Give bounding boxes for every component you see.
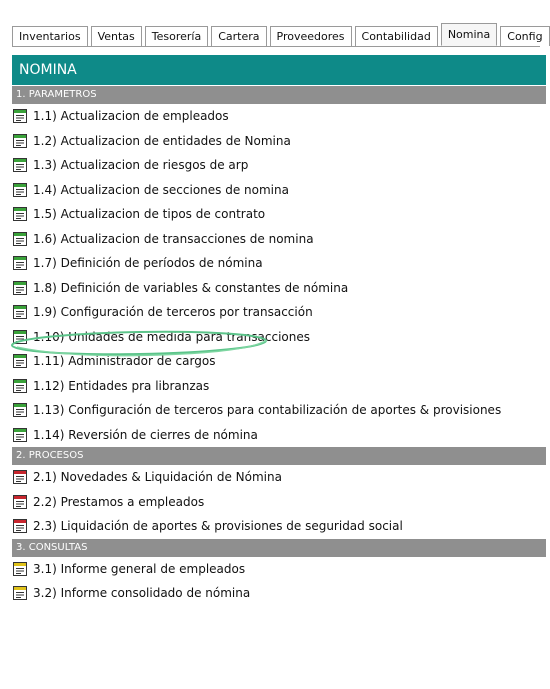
menu-item[interactable]: 2.1) Novedades & Liquidación de Nómina <box>12 465 546 490</box>
menu-item[interactable]: 1.10) Unidades de medida para transaccio… <box>12 325 546 350</box>
form-red-icon <box>13 519 27 534</box>
menu-item-label: 1.8) Definición de variables & constante… <box>33 280 349 295</box>
section-header: 2. PROCESOS <box>12 447 546 465</box>
menu-item[interactable]: 1.11) Administrador de cargos <box>12 349 546 374</box>
tab-inventarios[interactable]: Inventarios <box>12 26 88 46</box>
form-green-icon <box>13 109 27 124</box>
menu-item[interactable]: 3.1) Informe general de empleados <box>12 557 546 582</box>
section-header: 3. CONSULTAS <box>12 538 546 557</box>
tab-nomina[interactable]: Nomina <box>440 23 498 46</box>
module-tabs: Inventarios Ventas Tesorería Cartera Proveed… <box>12 23 550 47</box>
tab-proveedores[interactable]: Proveedores <box>269 26 352 46</box>
menu-item-label: 2.3) Liquidación de aportes & provisione… <box>33 519 403 534</box>
menu-item[interactable]: 1.5) Actualizacion de tipos de contrato <box>12 202 546 227</box>
menu-list: 1. PARAMETROS 1.1) Actualizacion de emple… <box>12 86 546 606</box>
tab-tesorer-a[interactable]: Tesorería <box>144 26 209 46</box>
menu-item-label: 2.1) Novedades & Liquidación de Nómina <box>33 470 282 485</box>
menu-item[interactable]: 1.2) Actualizacion de entidades de Nomin… <box>12 129 546 154</box>
form-green-icon <box>13 133 27 148</box>
page-title: NOMINA <box>12 55 546 85</box>
form-green-icon <box>13 427 27 442</box>
menu-item[interactable]: 1.6) Actualizacion de transacciones de n… <box>12 227 546 252</box>
tab-ventas[interactable]: Ventas <box>90 26 142 46</box>
menu-item[interactable]: 1.4) Actualizacion de secciones de nomin… <box>12 178 546 203</box>
menu-item[interactable]: 2.3) Liquidación de aportes & provisione… <box>12 514 546 539</box>
form-green-icon <box>13 329 27 344</box>
tab-cartera[interactable]: Cartera <box>211 26 267 46</box>
menu-item-label: 1.3) Actualizacion de riesgos de arp <box>33 158 249 173</box>
form-green-icon <box>13 403 27 418</box>
form-yellow-icon <box>13 561 27 576</box>
menu-item[interactable]: 1.9) Configuración de terceros por trans… <box>12 300 546 325</box>
form-red-icon <box>13 470 27 485</box>
menu-item[interactable]: 2.2) Prestamos a empleados <box>12 490 546 515</box>
menu-item-label: 2.2) Prestamos a empleados <box>33 494 205 509</box>
menu-item[interactable]: 1.7) Definición de períodos de nómina <box>12 251 546 276</box>
form-green-icon <box>13 231 27 246</box>
menu-item-label: 1.11) Administrador de cargos <box>33 354 216 369</box>
form-green-icon <box>13 158 27 173</box>
menu-item-label: 1.5) Actualizacion de tipos de contrato <box>33 207 266 222</box>
section-header: 1. PARAMETROS <box>12 86 546 104</box>
form-yellow-icon <box>13 586 27 601</box>
menu-item-label: 1.9) Configuración de terceros por trans… <box>33 305 313 320</box>
menu-item-label: 3.1) Informe general de empleados <box>33 561 246 576</box>
menu-item[interactable]: 1.1) Actualizacion de empleados <box>12 104 546 129</box>
menu-item-label: 1.10) Unidades de medida para transaccio… <box>33 329 310 344</box>
form-green-icon <box>13 354 27 369</box>
form-green-icon <box>13 182 27 197</box>
tab-config[interactable]: Config <box>500 26 550 46</box>
menu-item-label: 3.2) Informe consolidado de nómina <box>33 586 251 601</box>
menu-item-label: 1.12) Entidades pra libranzas <box>33 378 210 393</box>
tab-contabilidad[interactable]: Contabilidad <box>354 26 438 46</box>
form-green-icon <box>13 280 27 295</box>
form-green-icon <box>13 305 27 320</box>
menu-item-label: 1.4) Actualizacion de secciones de nomin… <box>33 182 289 197</box>
menu-item-label: 1.1) Actualizacion de empleados <box>33 109 229 124</box>
form-green-icon <box>13 378 27 393</box>
form-red-icon <box>13 494 27 509</box>
menu-item-label: 1.13) Configuración de terceros para con… <box>33 403 502 418</box>
menu-item-label: 1.2) Actualizacion de entidades de Nomin… <box>33 133 291 148</box>
menu-item[interactable]: 1.12) Entidades pra libranzas <box>12 374 546 399</box>
form-green-icon <box>13 256 27 271</box>
menu-item-label: 1.7) Definición de períodos de nómina <box>33 256 263 271</box>
menu-item[interactable]: 1.13) Configuración de terceros para con… <box>12 398 546 423</box>
menu-item[interactable]: 1.14) Reversión de cierres de nómina <box>12 423 546 448</box>
menu-item-label: 1.14) Reversión de cierres de nómina <box>33 427 258 442</box>
menu-item[interactable]: 1.3) Actualizacion de riesgos de arp <box>12 153 546 178</box>
menu-item-label: 1.6) Actualizacion de transacciones de n… <box>33 231 314 246</box>
menu-item[interactable]: 1.8) Definición de variables & constante… <box>12 276 546 301</box>
form-green-icon <box>13 207 27 222</box>
menu-item[interactable]: 3.2) Informe consolidado de nómina <box>12 581 546 606</box>
